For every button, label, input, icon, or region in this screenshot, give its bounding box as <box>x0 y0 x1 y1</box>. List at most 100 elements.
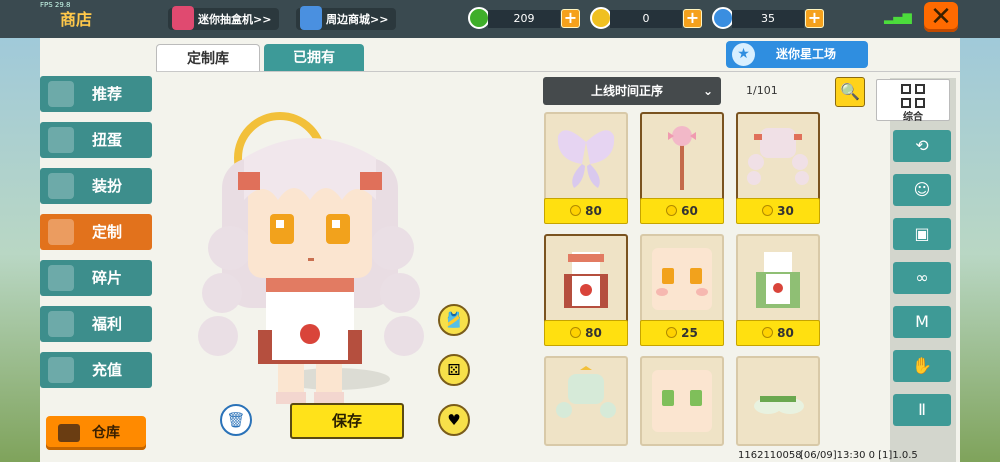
nav-item-fragments[interactable]: 碎片 <box>40 260 152 296</box>
blush-face-image <box>652 248 712 310</box>
item-card-pink-hair[interactable] <box>736 112 820 202</box>
merch-store-button[interactable]: 周边商城>> <box>296 6 397 30</box>
price-tag[interactable]: 25 <box>640 320 724 346</box>
gacha-icon <box>172 6 194 30</box>
chevron-down-icon: ⌄ <box>702 84 713 98</box>
nav-label: 扭蛋 <box>92 131 123 149</box>
search-button[interactable]: 🔍 <box>835 77 865 107</box>
nav-label: 推荐 <box>92 85 123 103</box>
filter-hand-button[interactable]: ✋ <box>893 350 951 382</box>
clear-outfit-button[interactable]: 🗑 <box>220 404 252 436</box>
merch-label: 周边商城>> <box>326 13 389 26</box>
price-tag[interactable]: 60 <box>640 198 724 224</box>
mint-hair-image <box>556 366 616 418</box>
wardrobe-icon: 🎽 <box>444 311 464 329</box>
tab-custom-library[interactable]: 定制库 <box>156 44 260 72</box>
price-value: 80 <box>585 204 602 218</box>
nav-item-recharge[interactable]: 充值 <box>40 352 152 388</box>
save-button[interactable]: 保存 <box>290 403 404 439</box>
shirt-icon <box>48 173 74 199</box>
search-icon: 🔍 <box>840 82 860 101</box>
item-card-green-dress[interactable] <box>736 234 820 324</box>
add-currency-button[interactable]: + <box>683 9 702 28</box>
capsule-icon <box>48 127 74 153</box>
filter-shirt-button[interactable]: M <box>893 306 951 338</box>
workshop-label: 迷你星工场 <box>776 47 837 61</box>
grid-icon <box>901 84 925 108</box>
add-currency-button[interactable]: + <box>805 9 824 28</box>
item-card-butterfly-wings[interactable] <box>544 112 628 202</box>
price-tag[interactable]: 80 <box>544 320 628 346</box>
green-dress-image <box>756 252 800 308</box>
costume-swap-button[interactable]: 🎽 <box>438 304 470 336</box>
gacha-machine-button[interactable]: 迷你抽盒机>> <box>168 6 280 30</box>
shirt-icon: M <box>915 312 929 331</box>
price-tag[interactable]: 80 <box>736 320 820 346</box>
favorite-button[interactable]: ♥ <box>438 404 470 436</box>
green-shoes-image <box>754 396 804 414</box>
tab-owned[interactable]: 已拥有 <box>264 44 364 72</box>
nav-item-recommend[interactable]: 推荐 <box>40 76 152 112</box>
puzzle-icon <box>48 265 74 291</box>
sort-label: 上线时间正序 <box>591 84 664 98</box>
version-info: [06/09]13:30 0 [1]1.0.5 <box>800 450 918 461</box>
close-button[interactable]: ✕ <box>924 2 958 32</box>
tab-divider <box>156 71 960 72</box>
nav-label: 碎片 <box>92 269 123 287</box>
price-value: 80 <box>777 326 794 340</box>
strawberry-dress-image <box>564 252 608 308</box>
item-card-blush-face[interactable] <box>640 234 724 324</box>
coin-icon <box>666 205 678 216</box>
pencil-icon <box>48 219 74 245</box>
sort-dropdown[interactable]: 上线时间正序 ⌄ <box>543 77 721 105</box>
dice-icon: ⚄ <box>447 361 461 379</box>
gacha-label: 迷你抽盒机>> <box>198 13 272 26</box>
nav-item-capsule[interactable]: 扭蛋 <box>40 122 152 158</box>
price-value: 80 <box>585 326 602 340</box>
chest-icon <box>58 424 80 442</box>
character-preview[interactable] <box>160 78 460 418</box>
coin-icon <box>570 327 582 338</box>
currency-green: 209 + <box>468 7 580 31</box>
hand-icon: ✋ <box>912 356 932 375</box>
item-card-strawberry-dress[interactable] <box>544 234 628 324</box>
head-icon: ▣ <box>914 224 930 243</box>
filter-all-button[interactable]: 综合 <box>876 79 950 123</box>
filter-history-button[interactable]: ⟲ <box>893 130 951 162</box>
price-value: 30 <box>777 204 794 218</box>
item-card-mint-hair[interactable] <box>544 356 628 446</box>
item-card-green-shoes[interactable] <box>736 356 820 446</box>
add-currency-button[interactable]: + <box>561 9 580 28</box>
filter-face-button[interactable]: ☺ <box>893 174 951 206</box>
thumbs-up-icon <box>48 81 74 107</box>
merch-icon <box>300 6 322 30</box>
filter-pants-button[interactable]: Ⅱ <box>893 394 951 426</box>
nav-item-welfare[interactable]: 福利 <box>40 306 152 342</box>
coin-icon <box>762 327 774 338</box>
price-tag[interactable]: 30 <box>736 198 820 224</box>
coin-icon <box>762 205 774 216</box>
nav-item-custom[interactable]: 定制 <box>40 214 152 250</box>
currency-value: 35 <box>732 10 804 28</box>
user-id: 1162110058 <box>738 450 802 461</box>
filter-head-button[interactable]: ▣ <box>893 218 951 250</box>
item-card-magic-wand[interactable] <box>640 112 724 202</box>
coin-icon <box>570 205 582 216</box>
mini-coin-icon <box>712 7 734 29</box>
filter-mask-button[interactable]: ∞ <box>893 262 951 294</box>
nav-label: 充值 <box>92 361 123 379</box>
storage-button[interactable]: 仓库 <box>46 416 146 450</box>
item-card-green-eyes-face[interactable] <box>640 356 724 446</box>
mini-workshop-button[interactable]: ★ 迷你星工场 <box>726 41 868 68</box>
pink-hair-image <box>747 128 809 185</box>
gold-coin-icon <box>590 7 612 29</box>
signal-icon: ▂▄▆ <box>884 10 912 24</box>
green-eyes-face-image <box>652 370 712 432</box>
nav-item-outfit[interactable]: 装扮 <box>40 168 152 204</box>
filter-all-label: 综合 <box>903 112 923 123</box>
currency-mini: 35 + <box>712 7 824 31</box>
price-tag[interactable]: 80 <box>544 198 628 224</box>
random-dice-button[interactable]: ⚄ <box>438 354 470 386</box>
currency-value: 209 <box>488 10 560 28</box>
mask-icon: ∞ <box>915 268 929 287</box>
